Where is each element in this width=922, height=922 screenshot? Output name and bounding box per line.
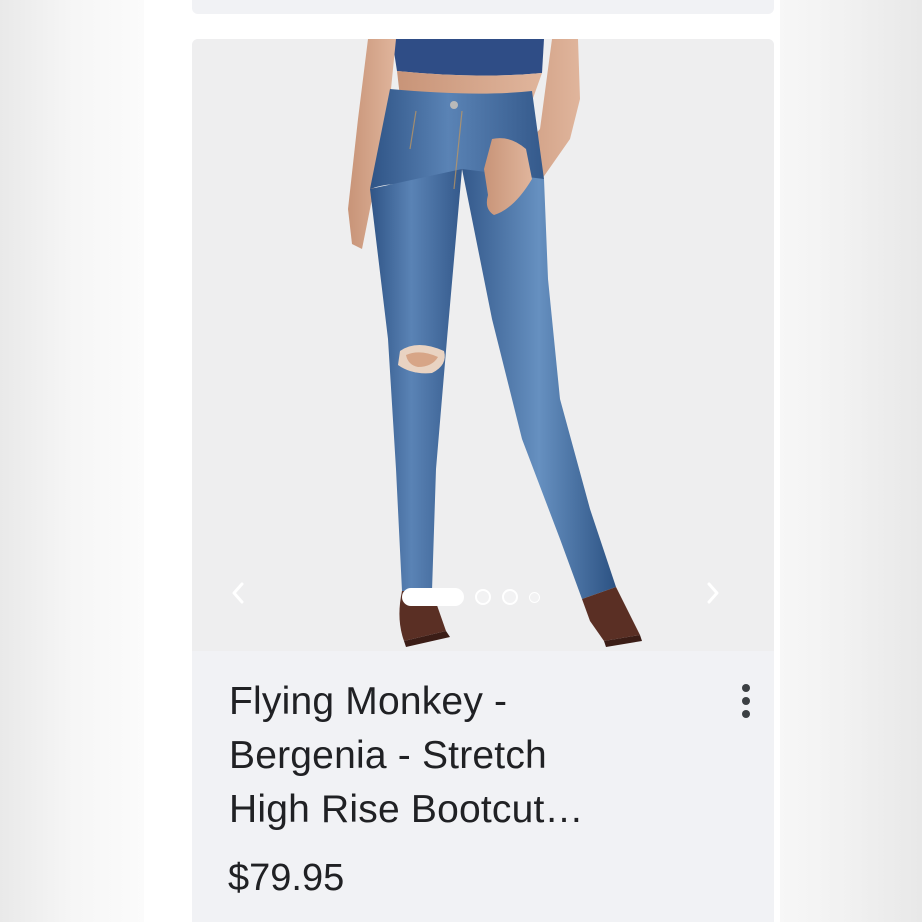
more-vertical-icon	[742, 684, 750, 692]
carousel-indicators	[402, 588, 540, 606]
product-title-line-1[interactable]: Flying Monkey -	[229, 675, 679, 729]
chevron-left-icon	[232, 582, 244, 604]
carousel-next-button[interactable]	[705, 582, 735, 612]
previous-card[interactable]	[192, 0, 774, 14]
carousel-dot-3[interactable]	[502, 589, 518, 605]
product-price: $79.95	[228, 857, 345, 899]
carousel-prev-button[interactable]	[230, 582, 260, 612]
product-title[interactable]: Flying Monkey - Bergenia - Stretch High …	[229, 675, 679, 837]
product-title-line-2[interactable]: Bergenia - Stretch	[229, 729, 679, 783]
product-title-line-3[interactable]: High Rise Bootcut…	[229, 783, 679, 837]
product-image[interactable]	[192, 39, 774, 651]
jeans-product-photo	[348, 39, 642, 647]
product-card[interactable]: Flying Monkey - Bergenia - Stretch High …	[192, 39, 774, 922]
carousel-dot-4[interactable]	[529, 591, 540, 603]
carousel-dot-1[interactable]	[402, 588, 464, 606]
carousel-dot-2[interactable]	[475, 589, 491, 605]
more-options-button[interactable]	[732, 679, 760, 723]
chevron-right-icon	[707, 582, 719, 604]
